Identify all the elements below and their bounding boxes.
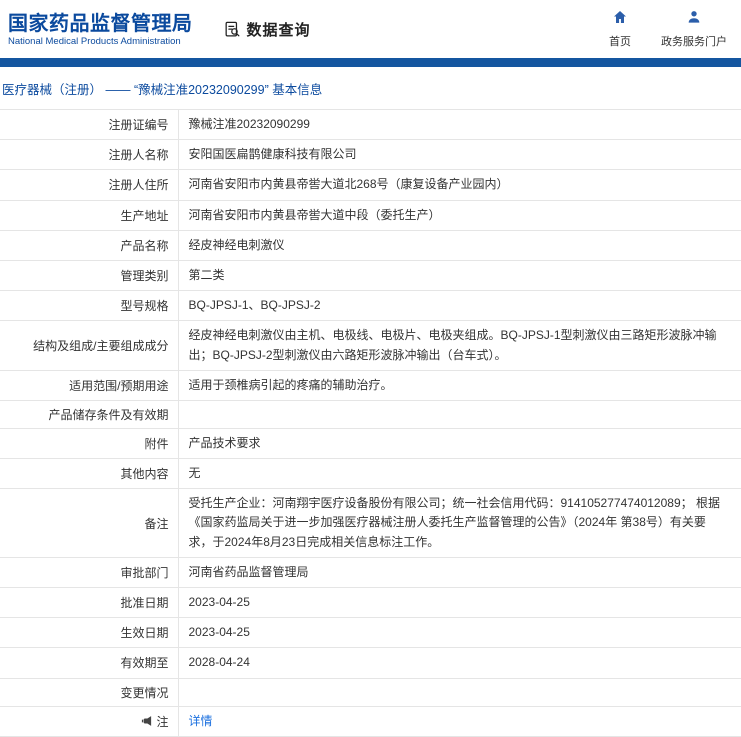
table-row: 变更情况 bbox=[0, 678, 741, 707]
row-label: 其他内容 bbox=[0, 458, 179, 489]
row-value: 河南省安阳市内黄县帝喾大道北268号（康复设备产业园内） bbox=[188, 177, 509, 192]
row-value: 无 bbox=[188, 466, 201, 481]
table-row: 批准日期 2023-04-25 bbox=[0, 587, 741, 618]
row-label-text: 产品储存条件及有效期 bbox=[48, 407, 169, 422]
row-value: 2023-04-25 bbox=[188, 625, 250, 640]
row-label: 变更情况 bbox=[0, 678, 179, 707]
table-row: 其他内容 无 bbox=[0, 458, 741, 489]
table-row: 备注 受托生产企业：河南翔宇医疗设备股份有限公司；统一社会信用代码：9141052… bbox=[0, 488, 741, 558]
row-label-text: 生效日期 bbox=[120, 626, 169, 641]
nav-home[interactable]: 首页 bbox=[605, 9, 635, 49]
row-label-text: 备注 bbox=[144, 516, 169, 531]
table-row: 产品名称 经皮神经电刺激仪 bbox=[0, 230, 741, 261]
row-label-text: 注册人住所 bbox=[108, 178, 169, 193]
table-row: 注册人住所 河南省安阳市内黄县帝喾大道北268号（康复设备产业园内） bbox=[0, 169, 741, 201]
data-query-section: 数据查询 bbox=[223, 19, 311, 40]
row-label: 注册人住所 bbox=[0, 169, 179, 201]
table-row: 结构及组成/主要组成成分 经皮神经电刺激仪由主机、电极线、电极片、电极夹组成。BQ… bbox=[0, 320, 741, 371]
header-nav: 首页 政务服务门户 bbox=[605, 9, 727, 49]
home-icon bbox=[612, 9, 628, 30]
row-label: 产品储存条件及有效期 bbox=[0, 400, 179, 429]
row-label-text: 结构及组成/主要组成成分 bbox=[33, 339, 169, 353]
row-label-text: 审批部门 bbox=[120, 565, 169, 580]
row-value: 河南省安阳市内黄县帝喾大道中段（委托生产） bbox=[188, 207, 441, 222]
row-label: 生效日期 bbox=[0, 617, 179, 648]
row-value: 经皮神经电刺激仪由主机、电极线、电极片、电极夹组成。BQ-JPSJ-1型刺激仪由… bbox=[188, 328, 717, 362]
megaphone-icon bbox=[141, 715, 153, 727]
org-name-en: National Medical Products Administration bbox=[8, 35, 181, 47]
row-label: 注 bbox=[0, 706, 179, 737]
table-row: 注册证编号 豫械注准20232090299 bbox=[0, 109, 741, 140]
row-value: 受托生产企业：河南翔宇医疗设备股份有限公司；统一社会信用代码：914105277… bbox=[188, 496, 720, 549]
table-row: 生效日期 2023-04-25 bbox=[0, 617, 741, 648]
row-label-text: 适用范围/预期用途 bbox=[69, 378, 169, 393]
row-value: BQ-JPSJ-1、BQ-JPSJ-2 bbox=[188, 298, 321, 313]
table-row: 附件 产品技术要求 bbox=[0, 428, 741, 459]
detail-link[interactable]: 详情 bbox=[189, 714, 213, 728]
org-name-cn: 国家药品监督管理局 bbox=[8, 12, 193, 35]
table-row: 管理类别 第二类 bbox=[0, 260, 741, 291]
row-label: 结构及组成/主要组成成分 bbox=[0, 320, 179, 371]
row-label: 注册人名称 bbox=[0, 139, 179, 170]
row-label-text: 其他内容 bbox=[120, 467, 169, 482]
row-value: 安阳国医扁鹊健康科技有限公司 bbox=[188, 147, 357, 162]
table-row: 产品储存条件及有效期 bbox=[0, 400, 741, 429]
row-value: 2028-04-24 bbox=[188, 655, 250, 670]
row-value: 河南省药品监督管理局 bbox=[188, 564, 309, 579]
row-value: 第二类 bbox=[188, 267, 225, 282]
row-value: 详情 bbox=[178, 706, 741, 736]
row-label: 管理类别 bbox=[0, 260, 179, 291]
table-row: 注 详情 bbox=[0, 706, 741, 737]
row-label: 附件 bbox=[0, 428, 179, 459]
info-table: 注册证编号 豫械注准20232090299 注册人名称 安阳国医扁鹊健康科技有限公司注… bbox=[0, 109, 741, 737]
data-query-title: 数据查询 bbox=[246, 21, 311, 39]
table-row: 审批部门 河南省药品监督管理局 bbox=[0, 557, 741, 588]
table-row: 有效期至 2028-04-24 bbox=[0, 647, 741, 679]
table-row: 生产地址 河南省安阳市内黄县帝喾大道中段（委托生产） bbox=[0, 200, 741, 231]
row-label-text: 附件 bbox=[144, 436, 169, 451]
row-label-text: 批准日期 bbox=[120, 596, 169, 611]
row-label: 适用范围/预期用途 bbox=[0, 370, 179, 401]
row-value bbox=[178, 678, 741, 706]
row-label-text: 型号规格 bbox=[120, 299, 169, 314]
row-label: 生产地址 bbox=[0, 200, 179, 231]
table-row: 型号规格 BQ-JPSJ-1、BQ-JPSJ-2 bbox=[0, 290, 741, 321]
row-label: 备注 bbox=[0, 488, 179, 558]
row-label: 批准日期 bbox=[0, 587, 179, 618]
row-value: 豫械注准20232090299 bbox=[188, 117, 310, 131]
table-row: 适用范围/预期用途 适用于颈椎病引起的疼痛的辅助治疗。 bbox=[0, 370, 741, 401]
row-label-text: 产品名称 bbox=[120, 238, 169, 253]
document-search-icon bbox=[223, 20, 242, 39]
row-label: 产品名称 bbox=[0, 230, 179, 261]
site-logo: 国家药品监督管理局 National Medical Products Admi… bbox=[8, 12, 193, 47]
row-label: 注册证编号 bbox=[0, 109, 179, 140]
row-label: 型号规格 bbox=[0, 290, 179, 321]
nav-home-label: 首页 bbox=[609, 36, 631, 48]
info-table-body: 注册证编号 豫械注准20232090299 注册人名称 安阳国医扁鹊健康科技有限公司注… bbox=[0, 109, 741, 737]
row-label-text: 注 bbox=[156, 714, 169, 729]
table-row: 注册人名称 安阳国医扁鹊健康科技有限公司 bbox=[0, 139, 741, 170]
row-label-text: 注册证编号 bbox=[108, 118, 169, 133]
row-label-text: 生产地址 bbox=[120, 208, 169, 223]
row-value: 产品技术要求 bbox=[188, 435, 261, 450]
row-value: 适用于颈椎病引起的疼痛的辅助治疗。 bbox=[188, 377, 393, 392]
row-value: 2023-04-25 bbox=[188, 595, 250, 609]
row-label-text: 有效期至 bbox=[120, 656, 169, 671]
row-value: 经皮神经电刺激仪 bbox=[188, 237, 285, 252]
row-label-text: 变更情况 bbox=[120, 685, 169, 700]
row-value bbox=[178, 400, 741, 428]
nav-portal[interactable]: 政务服务门户 bbox=[661, 9, 727, 49]
row-label-text: 管理类别 bbox=[120, 269, 169, 284]
blue-divider-bar bbox=[0, 58, 741, 67]
site-header: 国家药品监督管理局 National Medical Products Admi… bbox=[0, 0, 741, 58]
row-label: 审批部门 bbox=[0, 557, 179, 588]
row-label: 有效期至 bbox=[0, 647, 179, 679]
breadcrumb: 医疗器械（注册） —— “豫械注准20232090299” 基本信息 bbox=[2, 83, 323, 97]
nav-portal-label: 政务服务门户 bbox=[661, 36, 727, 48]
user-icon bbox=[686, 9, 702, 30]
row-label-text: 注册人名称 bbox=[108, 148, 169, 163]
